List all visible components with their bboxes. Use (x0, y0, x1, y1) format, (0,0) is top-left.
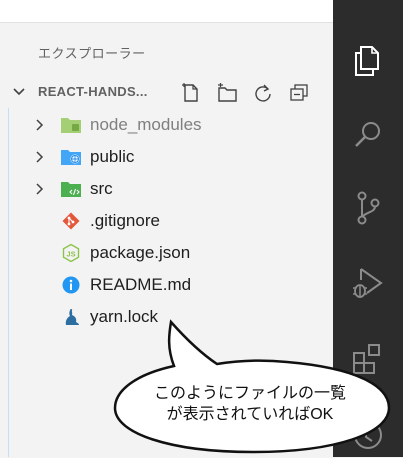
new-file-icon (182, 83, 198, 102)
collapse-all-icon (290, 84, 308, 101)
search-icon[interactable] (348, 115, 388, 155)
nodejs-icon: JS (62, 244, 80, 262)
project-name: REACT-HANDS... (38, 84, 148, 99)
run-debug-icon[interactable] (348, 263, 388, 303)
tree-item-public[interactable]: public (9, 141, 333, 173)
tree-item-gitignore[interactable]: .gitignore (9, 205, 333, 237)
new-folder-button[interactable] (216, 83, 238, 103)
chevron-right-icon (36, 151, 44, 163)
yarn-icon (65, 309, 79, 325)
new-file-button[interactable] (180, 83, 202, 103)
git-icon (62, 212, 80, 230)
tree-item-node-modules[interactable]: node_modules (9, 109, 333, 141)
chevron-right-icon (36, 119, 44, 131)
chevron-right-icon (36, 183, 44, 195)
folder-src-icon (61, 182, 81, 197)
tree-item-readme[interactable]: README.md (9, 269, 333, 301)
refresh-button[interactable] (252, 83, 274, 103)
info-icon (62, 276, 80, 294)
new-folder-icon (218, 83, 237, 102)
tree-item-src[interactable]: src (9, 173, 333, 205)
annotation-line-1: このようにファイルの一覧 (153, 385, 346, 402)
annotation-line-2: が表示されていればOK (166, 406, 334, 423)
tree-item-label: src (90, 179, 113, 198)
chevron-down-icon (13, 88, 25, 96)
tree-item-package-json[interactable]: JS package.json (9, 237, 333, 269)
source-control-icon[interactable] (348, 188, 388, 228)
svg-text:JS: JS (66, 250, 75, 259)
folder-public-icon (61, 150, 81, 165)
collapse-all-button[interactable] (288, 83, 310, 103)
tree-item-label: public (90, 147, 135, 166)
tree-item-label: .gitignore (90, 211, 160, 230)
refresh-icon (255, 84, 271, 102)
explorer-files-icon[interactable] (348, 41, 388, 81)
tree-item-label: node_modules (90, 115, 202, 134)
explorer-title: エクスプローラー (38, 46, 146, 61)
tree-item-label: README.md (90, 275, 192, 294)
tree-item-label: package.json (90, 243, 191, 262)
section-actions (180, 83, 310, 103)
activity-bar-top (333, 0, 403, 23)
folder-node-icon (61, 118, 81, 133)
project-section-header[interactable]: REACT-HANDS... (0, 79, 333, 105)
annotation-text: このようにファイルの一覧 が表示されていればOK (130, 383, 370, 425)
